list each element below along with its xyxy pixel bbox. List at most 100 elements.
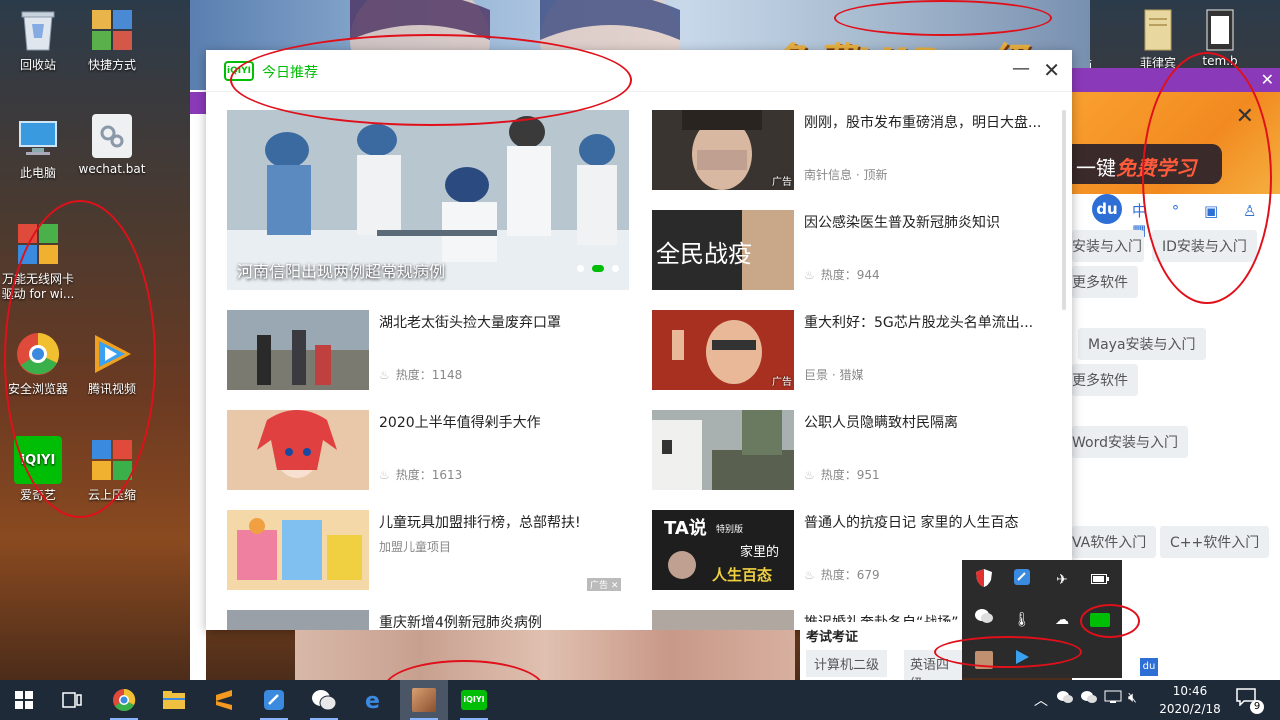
carousel-dots (569, 257, 619, 276)
svg-text:e: e (365, 689, 380, 711)
tencent-video-icon (88, 330, 136, 378)
battery-icon[interactable] (1088, 568, 1112, 592)
desktop-icon-cloud-zip[interactable]: 云上压缩 (74, 436, 150, 503)
ad-badge[interactable]: 广告 ✕ (587, 578, 622, 591)
tag-more-1[interactable]: 更多软件 (1072, 266, 1138, 298)
wechat-tray-icon[interactable] (1056, 690, 1074, 708)
minimize-button[interactable]: — (1012, 58, 1030, 79)
desktop-icon-shortcut[interactable]: 快捷方式 (74, 6, 150, 73)
news-item[interactable]: 重庆新增4例新冠肺炎病例 (227, 610, 627, 630)
desktop-icon-this-pc[interactable]: 此电脑 (0, 114, 76, 181)
taskbar-file-explorer[interactable] (150, 680, 198, 720)
hero-carousel[interactable]: 河南信阳出现两例超常规病例 (227, 110, 629, 290)
news-meta: ♨ 热度：679 (804, 566, 880, 583)
popup-scrollbar[interactable] (1062, 110, 1066, 310)
wifi-driver-icon (14, 220, 62, 268)
shield-icon[interactable] (972, 568, 996, 592)
close-button[interactable]: ✕ (1043, 58, 1060, 82)
news-item-ad[interactable]: 广告 刚刚，股市发布重磅消息，明日大盘... 南针信息 · 顶新 (652, 110, 1052, 190)
taskbar-chrome[interactable] (100, 680, 148, 720)
baidu-du-logo[interactable]: du (1092, 194, 1122, 224)
taskbar-iqiyi[interactable]: iQIYI (450, 680, 498, 720)
tag-more-2[interactable]: 更多软件 (1072, 364, 1138, 396)
iqiyi-tray-icon[interactable] (1088, 608, 1112, 632)
tag-word[interactable]: Word安装与入门 (1072, 426, 1188, 458)
edge-icon: e (365, 689, 380, 711)
game-tray-icon[interactable] (972, 648, 996, 672)
wechat-tray-icon[interactable] (972, 608, 996, 632)
news-item[interactable]: 2020上半年值得剁手大作 ♨ 热度：1613 (227, 410, 627, 490)
promo-pill-prefix: 一键 (1076, 156, 1116, 180)
desktop-icon-recycle-bin[interactable]: 回收站 (0, 6, 76, 73)
desktop-icon-wechat-bat[interactable]: wechat.bat (74, 114, 150, 177)
iqiyi-logo: iQIYI (224, 61, 254, 81)
news-meta: ♨ 热度：1613 (379, 466, 462, 483)
chrome-icon (113, 688, 136, 711)
tag-maya[interactable]: Maya安装与入门 (1078, 328, 1206, 360)
carousel-dot-active[interactable] (592, 265, 604, 272)
shortcut-icon (88, 6, 136, 54)
taskbar-edge[interactable]: e (350, 680, 398, 720)
background-ad-strip[interactable] (295, 630, 795, 680)
notes-icon[interactable] (1010, 568, 1034, 592)
tag-id[interactable]: ID安装与入门 (1152, 230, 1257, 262)
news-thumbnail (227, 410, 369, 490)
news-headline: 2020上半年值得剁手大作 (379, 415, 541, 431)
desktop-icon-tencent-video[interactable]: 腾讯视频 (74, 330, 150, 397)
taskbar-game-app[interactable] (400, 680, 448, 720)
news-headline: 重庆新增4例新冠肺炎病例 (379, 615, 542, 630)
news-source: 巨景 · 猎媒 (804, 368, 864, 382)
tai-title: TA说 (664, 517, 707, 539)
play-tray-icon[interactable] (1010, 648, 1034, 672)
tag-va[interactable]: VA软件入门 (1072, 526, 1157, 558)
start-button[interactable] (0, 680, 48, 720)
news-item[interactable]: 湖北老太街头捡大量废弃口罩 ♨ 热度：1148 (227, 310, 627, 390)
computer-icon (14, 114, 62, 162)
desktop-icon-label: 腾讯视频 (87, 382, 136, 396)
news-headline: 因公感染医生普及新冠肺炎知识 (804, 215, 1000, 231)
news-item-ad[interactable]: 广告 重大利好：5G芯片股龙头名单流出... 巨景 · 猎媒 (652, 310, 1052, 390)
volume-muted-icon[interactable]: 🔇︎ (1128, 690, 1137, 706)
wechat-tray-icon-2[interactable] (1080, 690, 1098, 708)
tag-install[interactable]: 安装与入门 (1072, 230, 1144, 262)
news-item[interactable]: 公职人员隐瞒致村民隔离 ♨ 热度：951 (652, 410, 1052, 490)
desktop-icon-wifi-driver[interactable]: 万能无线网卡驱动 for wi... (0, 220, 76, 302)
baidu-promo-close-button[interactable]: ✕ (1236, 104, 1254, 129)
ad-label: 广告 (772, 177, 792, 188)
baidu-promo-banner[interactable]: ✕ 一键免费学习 (1072, 92, 1280, 194)
desktop-icon-label: 爱奇艺 (19, 488, 56, 502)
cloud-offline-icon[interactable]: ☁ (1050, 608, 1074, 632)
browser-icon (14, 330, 62, 378)
network-icon[interactable] (1104, 690, 1122, 708)
thermometer-icon[interactable]: 🌡 (1010, 608, 1034, 632)
news-item[interactable]: 全民战疫 因公感染医生普及新冠肺炎知识 ♨ 热度：944 (652, 210, 1052, 290)
desktop-icon-safe-browser[interactable]: 安全浏览器 (0, 330, 76, 397)
baidu-small-icon[interactable]: du (1140, 658, 1158, 676)
taskbar-sublime[interactable] (200, 680, 248, 720)
carousel-dot[interactable] (577, 265, 584, 272)
tag-cpp[interactable]: C++软件入门 (1160, 526, 1270, 558)
action-center-button[interactable]: 9 (1236, 688, 1264, 714)
news-thumbnail (652, 410, 794, 490)
news-thumbnail (227, 310, 369, 390)
taskbar-wechat[interactable] (300, 680, 348, 720)
taskbar-notes[interactable] (250, 680, 298, 720)
news-meta: ♨ 热度：944 (804, 266, 880, 283)
promo-pill[interactable]: 一键免费学习 (1072, 144, 1222, 184)
news-heat: 热度：951 (820, 468, 880, 482)
news-thumbnail: TA说 特别版 家里的 人生百态 (652, 510, 794, 590)
fire-icon: ♨ (804, 468, 815, 482)
desktop-icon-iqiyi[interactable]: iQIYI 爱奇艺 (0, 436, 76, 503)
exam-computer-level2[interactable]: 计算机二级 (806, 650, 888, 677)
send-icon[interactable]: ✈ (1050, 568, 1074, 592)
task-view-button[interactable] (48, 680, 96, 720)
desktop-icon-file[interactable]: tem.b (1190, 8, 1250, 68)
hero-caption: 河南信阳出现两例超常规病例 (237, 262, 446, 281)
desktop-icon-folder[interactable]: 菲律宾 (1128, 8, 1188, 71)
news-item-ad[interactable]: 儿童玩具加盟排行榜，总部帮扶! 加盟儿童项目 广告 ✕ (227, 510, 627, 591)
baidu-topbar-close-button[interactable]: ✕ (1261, 70, 1274, 89)
tray-expand-icon[interactable]: ︿ (1034, 690, 1048, 710)
clock[interactable]: 10:46 2020/2/18 (1150, 682, 1230, 718)
clock-date: 2020/2/18 (1159, 702, 1221, 716)
carousel-dot[interactable] (612, 265, 619, 272)
